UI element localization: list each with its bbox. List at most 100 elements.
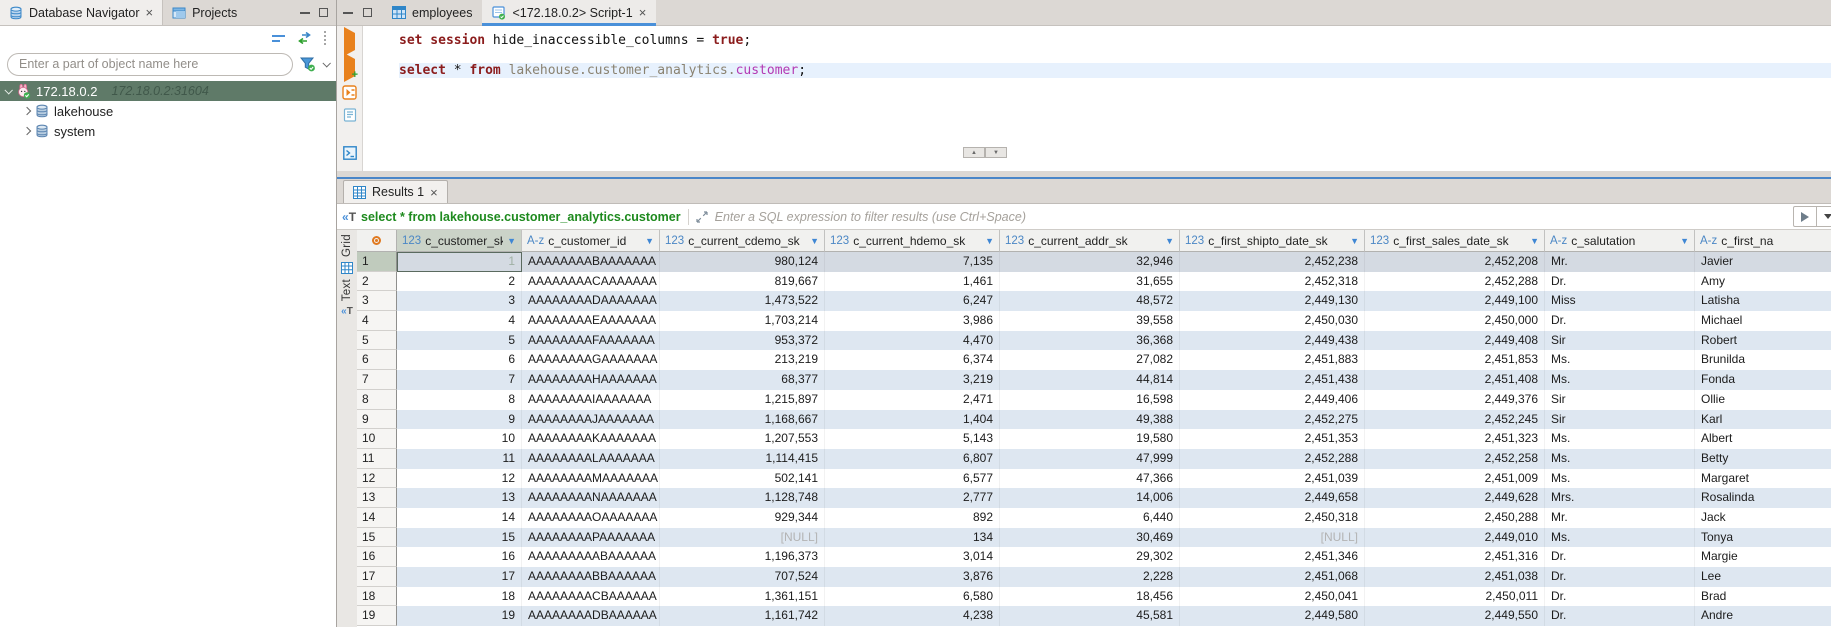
apply-filter-icon[interactable] xyxy=(1794,212,1816,222)
grid-cell[interactable]: 502,141 xyxy=(660,469,825,489)
grid-cell[interactable]: AAAAAAAAOAAAAAAA xyxy=(522,508,660,528)
grid-cell[interactable]: 1,196,373 xyxy=(660,547,825,567)
grid-cell[interactable]: 6,807 xyxy=(825,449,1000,469)
grid-cell[interactable]: Sir xyxy=(1545,390,1695,410)
grid-cell[interactable]: 2,450,011 xyxy=(1365,587,1545,607)
grid-cell[interactable]: Ms. xyxy=(1545,370,1695,390)
grid-cell[interactable]: Robert xyxy=(1695,331,1831,351)
execute-new-tab-icon[interactable]: + xyxy=(344,59,355,77)
grid-cell[interactable]: 1,128,748 xyxy=(660,488,825,508)
grid-cell[interactable]: [NULL] xyxy=(1180,528,1365,548)
tab-text[interactable]: Text xyxy=(341,279,353,301)
grid-cell[interactable]: Lee xyxy=(1695,567,1831,587)
row-number[interactable]: 18 xyxy=(357,587,397,607)
grid-cell[interactable]: 6,577 xyxy=(825,469,1000,489)
grid-cell[interactable]: 17 xyxy=(397,567,522,587)
grid-cell[interactable]: 2,451,853 xyxy=(1365,350,1545,370)
row-number[interactable]: 3 xyxy=(357,291,397,311)
row-number[interactable]: 5 xyxy=(357,331,397,351)
grid-cell[interactable]: 18 xyxy=(397,587,522,607)
row-number[interactable]: 10 xyxy=(357,429,397,449)
link-editor-icon[interactable] xyxy=(297,32,312,44)
grid-cell[interactable]: AAAAAAAAMAAAAAAA xyxy=(522,469,660,489)
maximize-icon[interactable] xyxy=(319,8,328,17)
grid-cell[interactable]: Rosalinda xyxy=(1695,488,1831,508)
grid-cell[interactable]: 2,450,318 xyxy=(1180,508,1365,528)
grid-cell[interactable]: 31,655 xyxy=(1000,272,1180,292)
grid-cell[interactable]: 1,703,214 xyxy=(660,311,825,331)
grid-cell[interactable]: Sir xyxy=(1545,331,1695,351)
column-header-c_first_shipto_date_sk[interactable]: 123c_first_shipto_date_sk▼ xyxy=(1180,230,1365,252)
grid-cell[interactable]: 2,449,130 xyxy=(1180,291,1365,311)
grid-cell[interactable]: 3 xyxy=(397,291,522,311)
results-filter-bar[interactable]: «T select * from lakehouse.customer_anal… xyxy=(337,204,1831,230)
code-line[interactable] xyxy=(399,48,1831,63)
grid-cell[interactable]: Albert xyxy=(1695,429,1831,449)
grid-cell[interactable]: Brad xyxy=(1695,587,1831,607)
splitter-up-icon[interactable]: ▲ xyxy=(963,147,985,158)
column-header-c_first_sales_date_sk[interactable]: 123c_first_sales_date_sk▼ xyxy=(1365,230,1545,252)
grid-cell[interactable]: 2,471 xyxy=(825,390,1000,410)
collapse-all-icon[interactable] xyxy=(272,34,285,43)
grid-cell[interactable]: AAAAAAAAFAAAAAAA xyxy=(522,331,660,351)
grid-cell[interactable]: Betty xyxy=(1695,449,1831,469)
grid-cell[interactable]: 18,456 xyxy=(1000,587,1180,607)
chevron-collapsed-icon[interactable] xyxy=(23,127,31,135)
chevron-collapsed-icon[interactable] xyxy=(23,107,31,115)
grid-cell[interactable]: AAAAAAAALAAAAAAA xyxy=(522,449,660,469)
grid-cell[interactable]: 1,215,897 xyxy=(660,390,825,410)
grid-cell[interactable]: 2,228 xyxy=(1000,567,1180,587)
grid-cell[interactable]: 1 xyxy=(397,252,522,272)
grid-cell[interactable]: 32,946 xyxy=(1000,252,1180,272)
grid-cell[interactable]: 2,452,258 xyxy=(1365,449,1545,469)
grid-cell[interactable]: 1,114,415 xyxy=(660,449,825,469)
grid-cell[interactable]: Margaret xyxy=(1695,469,1831,489)
grid-cell[interactable]: Mr. xyxy=(1545,252,1695,272)
grid-cell[interactable]: 2,450,030 xyxy=(1180,311,1365,331)
row-number[interactable]: 7 xyxy=(357,370,397,390)
grid-cell[interactable]: 48,572 xyxy=(1000,291,1180,311)
grid-cell[interactable]: 2,451,346 xyxy=(1180,547,1365,567)
grid-cell[interactable]: 27,082 xyxy=(1000,350,1180,370)
minimize-icon[interactable] xyxy=(343,12,353,14)
grid-cell[interactable]: Fonda xyxy=(1695,370,1831,390)
grid-cell[interactable]: 2,452,318 xyxy=(1180,272,1365,292)
grid-cell[interactable]: 2,449,100 xyxy=(1365,291,1545,311)
tree-item-lakehouse[interactable]: lakehouse xyxy=(0,101,336,121)
grid-cell[interactable]: 2,777 xyxy=(825,488,1000,508)
grid-cell[interactable]: 2,449,550 xyxy=(1365,606,1545,626)
row-number[interactable]: 9 xyxy=(357,410,397,430)
maximize-icon[interactable] xyxy=(363,8,372,17)
row-number[interactable]: 16 xyxy=(357,547,397,567)
explain-plan-icon[interactable] xyxy=(343,108,357,122)
sort-dropdown-icon[interactable]: ▼ xyxy=(985,236,994,246)
grid-cell[interactable]: Ollie xyxy=(1695,390,1831,410)
grid-cell[interactable]: 2,449,438 xyxy=(1180,331,1365,351)
tab-database-navigator[interactable]: Database Navigator × xyxy=(0,0,163,25)
grid-cell[interactable]: Dr. xyxy=(1545,606,1695,626)
grid-cell[interactable]: Ms. xyxy=(1545,528,1695,548)
grid-cell[interactable]: 2,452,288 xyxy=(1365,272,1545,292)
grid-cell[interactable]: 2,451,316 xyxy=(1365,547,1545,567)
grid-cell[interactable]: Dr. xyxy=(1545,567,1695,587)
row-number[interactable]: 13 xyxy=(357,488,397,508)
grid-cell[interactable]: 1,473,522 xyxy=(660,291,825,311)
grid-cell[interactable]: 4,238 xyxy=(825,606,1000,626)
grid-cell[interactable]: 2,451,039 xyxy=(1180,469,1365,489)
row-number[interactable]: 4 xyxy=(357,311,397,331)
grid-cell[interactable]: 2,449,376 xyxy=(1365,390,1545,410)
grid-cell[interactable]: 19 xyxy=(397,606,522,626)
grid-cell[interactable]: 1,207,553 xyxy=(660,429,825,449)
grid-cell[interactable]: 1,161,742 xyxy=(660,606,825,626)
grid-cell[interactable]: 19,580 xyxy=(1000,429,1180,449)
text-tab-icon[interactable]: «T xyxy=(341,306,353,317)
grid-cell[interactable]: 2,452,238 xyxy=(1180,252,1365,272)
grid-cell[interactable]: 4,470 xyxy=(825,331,1000,351)
grid-cell[interactable]: 2,450,288 xyxy=(1365,508,1545,528)
grid-cell[interactable]: AAAAAAAADBAAAAAA xyxy=(522,606,660,626)
grid-cell[interactable]: 2,452,275 xyxy=(1180,410,1365,430)
grid-cell[interactable]: 12 xyxy=(397,469,522,489)
grid-cell[interactable]: 1,361,151 xyxy=(660,587,825,607)
grid-cell[interactable]: Karl xyxy=(1695,410,1831,430)
grid-cell[interactable]: AAAAAAAABBAAAAAA xyxy=(522,567,660,587)
